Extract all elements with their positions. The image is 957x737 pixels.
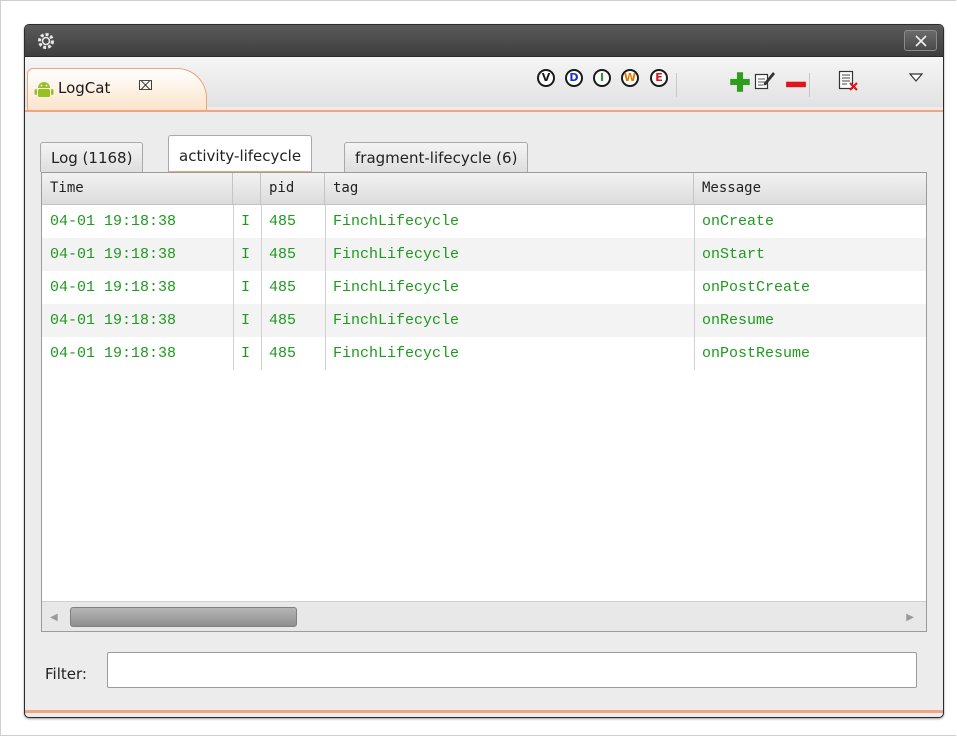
cell-tag: FinchLifecycle	[333, 279, 460, 296]
cell-level: I	[241, 345, 251, 362]
cell-tag: FinchLifecycle	[333, 345, 460, 362]
table-row[interactable]: 04-01 19:18:38 I 485 FinchLifecycle onPo…	[42, 337, 926, 370]
view-tab-close-icon[interactable]: ⌧	[138, 79, 153, 94]
cell-pid: 485	[269, 246, 297, 263]
close-icon	[915, 35, 927, 47]
warn-icon: W	[621, 69, 639, 87]
table-row[interactable]: 04-01 19:18:38 I 485 FinchLifecycle onSt…	[42, 238, 926, 271]
cell-time: 04-01 19:18:38	[50, 213, 177, 230]
logcat-window: LogCat ⌧ V D I W E Log (1168) activity-l…	[24, 24, 944, 718]
verbose-icon: V	[537, 69, 555, 87]
column-header-tag[interactable]: tag	[325, 173, 694, 204]
view-tab-label: LogCat	[58, 79, 111, 97]
add-filter-icon[interactable]	[729, 71, 751, 93]
cell-level: I	[241, 246, 251, 263]
table-row[interactable]: 04-01 19:18:38 I 485 FinchLifecycle onCr…	[42, 205, 926, 238]
cell-pid: 485	[269, 213, 297, 230]
cell-pid: 485	[269, 345, 297, 362]
error-level-button[interactable]: E	[650, 69, 672, 91]
debug-level-button[interactable]: D	[565, 69, 587, 91]
remove-filter-icon[interactable]	[785, 74, 807, 96]
toolbar-separator	[676, 73, 677, 97]
android-icon	[34, 82, 54, 97]
cell-time: 04-01 19:18:38	[50, 345, 177, 362]
table-row[interactable]: 04-01 19:18:38 I 485 FinchLifecycle onPo…	[42, 271, 926, 304]
info-level-button[interactable]: I	[593, 69, 615, 91]
gear-icon[interactable]	[36, 31, 56, 51]
toolbar-separator-2	[809, 73, 810, 97]
logcat-view-tab[interactable]: LogCat ⌧	[27, 68, 207, 110]
verbose-level-button[interactable]: V	[537, 69, 559, 91]
tab-fragment-lifecycle[interactable]: fragment-lifecycle (6)	[344, 142, 529, 172]
cell-time: 04-01 19:18:38	[50, 312, 177, 329]
filter-label: Filter:	[45, 665, 87, 683]
column-header-pid[interactable]: pid	[261, 173, 325, 204]
cell-level: I	[241, 312, 251, 329]
table-row[interactable]: 04-01 19:18:38 I 485 FinchLifecycle onRe…	[42, 304, 926, 337]
column-divider	[694, 205, 695, 370]
info-icon: I	[593, 69, 611, 87]
cell-level: I	[241, 279, 251, 296]
column-divider	[261, 205, 262, 370]
tab-log[interactable]: Log (1168)	[40, 142, 144, 172]
cell-tag: FinchLifecycle	[333, 246, 460, 263]
cell-time: 04-01 19:18:38	[50, 279, 177, 296]
cell-tag: FinchLifecycle	[333, 312, 460, 329]
tab-activity-lifecycle[interactable]: activity-lifecycle	[168, 135, 313, 172]
cell-message: onResume	[702, 312, 775, 329]
error-icon: E	[650, 69, 668, 87]
cell-tag: FinchLifecycle	[333, 213, 460, 230]
scroll-right-icon[interactable]: ▶	[906, 612, 914, 623]
edit-filter-icon[interactable]	[754, 69, 776, 91]
column-header-level[interactable]	[233, 173, 261, 204]
horizontal-scrollbar[interactable]: ◀ ▶	[42, 601, 926, 631]
scroll-left-icon[interactable]: ◀	[50, 612, 58, 623]
column-divider	[233, 205, 234, 370]
clear-log-icon[interactable]	[837, 70, 859, 92]
debug-icon: D	[565, 69, 583, 87]
log-table: Time pid tag Message 04-01 19:18:38 I 48…	[41, 172, 927, 632]
column-header-message[interactable]: Message	[694, 173, 926, 204]
cell-message: onCreate	[702, 213, 775, 230]
cell-message: onPostResume	[702, 345, 811, 362]
cell-message: onStart	[702, 246, 766, 263]
window-titlebar[interactable]	[25, 25, 943, 57]
cell-pid: 485	[269, 312, 297, 329]
cell-time: 04-01 19:18:38	[50, 246, 177, 263]
view-menu-icon[interactable]	[909, 73, 923, 83]
scrollbar-thumb[interactable]	[70, 607, 297, 627]
column-header-time[interactable]: Time	[42, 173, 233, 204]
table-header: Time pid tag Message	[42, 173, 926, 205]
window-close-button[interactable]	[904, 30, 937, 51]
cell-pid: 485	[269, 279, 297, 296]
cell-level: I	[241, 213, 251, 230]
warn-level-button[interactable]: W	[621, 69, 643, 91]
column-divider	[325, 205, 326, 370]
cell-message: onPostCreate	[702, 279, 811, 296]
filter-input[interactable]	[107, 652, 917, 688]
